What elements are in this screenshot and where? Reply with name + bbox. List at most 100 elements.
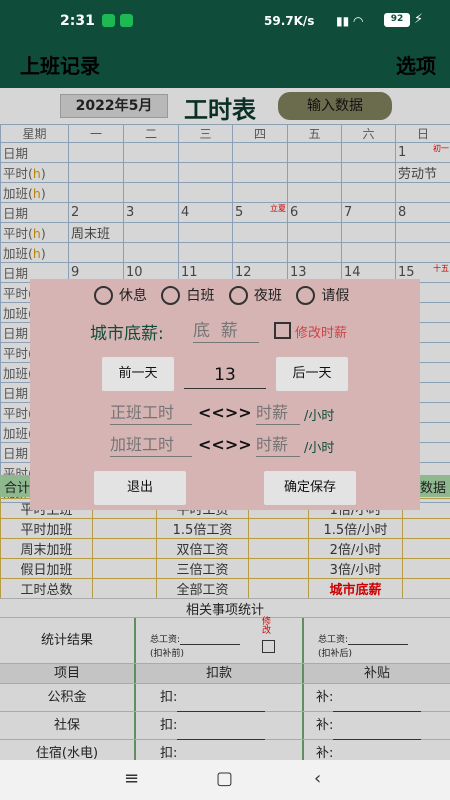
hours-cell[interactable]	[232, 242, 288, 264]
summary-value	[402, 578, 450, 599]
hours-cell[interactable]	[395, 242, 450, 264]
base-salary-input[interactable]	[193, 319, 259, 343]
city-base-salary-cell[interactable]: 城市底薪	[308, 578, 403, 599]
exit-button[interactable]: 退出	[94, 471, 186, 505]
weekday-header: 四	[232, 123, 288, 144]
total-before-cell: 总工资: (扣补前) 修改	[136, 618, 304, 663]
subsidy-input[interactable]: 补:	[304, 684, 450, 712]
modify-checkbox[interactable]	[262, 640, 275, 653]
radio-leave[interactable]	[296, 285, 316, 305]
hours-cell[interactable]	[123, 162, 179, 184]
day-cell[interactable]	[341, 142, 396, 164]
regular-rate-input[interactable]	[256, 401, 300, 425]
day-cell[interactable]: 1 初一	[395, 142, 450, 164]
subsidy-input[interactable]: 补:	[304, 712, 450, 740]
radio-night-shift[interactable]	[228, 285, 248, 305]
day-cell[interactable]	[123, 142, 179, 164]
summary-cell: 全部工资	[156, 578, 249, 599]
hours-cell[interactable]	[341, 242, 396, 264]
back-icon[interactable]: ‹	[314, 768, 321, 789]
stats-item-row: 社保 扣: 补:	[0, 712, 450, 740]
hours-cell[interactable]	[123, 242, 179, 264]
app-bar: 上班记录 选项	[0, 44, 450, 88]
summary-cell: 工时总数	[0, 578, 93, 599]
save-button[interactable]: 确定保存	[264, 471, 356, 505]
hours-cell[interactable]	[123, 182, 179, 204]
day-input[interactable]	[184, 361, 266, 389]
app-notification-icon	[102, 14, 115, 27]
hours-cell[interactable]	[287, 242, 342, 264]
prev-day-button[interactable]: 前一天	[102, 357, 174, 391]
day-cell[interactable]: 2	[68, 202, 124, 224]
hours-cell[interactable]	[341, 162, 396, 184]
col-subsidy: 补贴	[363, 666, 390, 681]
hours-cell[interactable]	[123, 222, 179, 244]
hours-cell[interactable]	[178, 182, 233, 204]
day-cell[interactable]	[232, 142, 288, 164]
hours-cell[interactable]	[341, 182, 396, 204]
menu-icon[interactable]: ≡	[124, 768, 139, 789]
hours-cell[interactable]	[68, 242, 124, 264]
date-row: 日期 1 初一	[0, 142, 450, 164]
day-cell[interactable]	[287, 142, 342, 164]
page-title: 工时表	[184, 96, 256, 124]
summary-value	[248, 518, 309, 539]
hours-cell[interactable]	[232, 182, 288, 204]
month-selector[interactable]: 2022年5月	[60, 94, 168, 118]
weekend-shift-cell[interactable]: 周末班	[68, 222, 124, 244]
app-title: 上班记录	[20, 54, 100, 78]
hours-cell[interactable]	[232, 162, 288, 184]
per-hour-label: /小时	[304, 409, 335, 424]
overtime-hours-input[interactable]	[110, 433, 192, 457]
home-icon[interactable]: ▢	[216, 768, 233, 789]
hours-cell[interactable]	[395, 222, 450, 244]
weekday-header: 五	[287, 123, 342, 144]
day-cell[interactable]	[178, 142, 233, 164]
day-cell[interactable]: 5 立夏	[232, 202, 288, 224]
day-cell[interactable]: 8	[395, 202, 450, 224]
hours-cell[interactable]	[287, 182, 342, 204]
regular-hours-input[interactable]	[110, 401, 192, 425]
hours-cell[interactable]	[395, 182, 450, 204]
day-cell[interactable]: 6	[287, 202, 342, 224]
hours-cell[interactable]	[178, 162, 233, 184]
overtime-row: 加班(h)	[0, 182, 450, 204]
hours-cell[interactable]	[178, 222, 233, 244]
data-label: 数据	[419, 481, 446, 496]
weekday-header: 六	[341, 123, 396, 144]
lunar-note: 十五	[433, 264, 449, 274]
next-day-button[interactable]: 后一天	[276, 357, 348, 391]
hours-cell[interactable]	[68, 162, 124, 184]
hours-cell[interactable]	[232, 222, 288, 244]
row-label: 平时(h)	[0, 162, 69, 184]
wage-summary-table: 平时上班 平时工资 1倍/小时 平时加班 1.5倍工资 1.5倍/小时 周末加班…	[0, 498, 450, 599]
battery-icon: 92	[384, 13, 410, 27]
deduct-input[interactable]: 扣:	[136, 684, 304, 712]
options-menu[interactable]: 选项	[396, 50, 436, 79]
hours-cell[interactable]	[178, 242, 233, 264]
deduct-input[interactable]: 扣:	[136, 712, 304, 740]
row-label: 加班(h)	[0, 182, 69, 204]
hours-cell[interactable]	[341, 222, 396, 244]
holiday-cell[interactable]: 劳动节	[395, 162, 450, 184]
summary-value	[92, 578, 157, 599]
overtime-rate-input[interactable]	[256, 433, 300, 457]
hours-cell[interactable]	[287, 222, 342, 244]
modify-rate-checkbox[interactable]	[274, 322, 291, 339]
day-number: 5	[235, 205, 244, 221]
summary-cell: 三倍工资	[156, 558, 249, 579]
weekday-header: 二	[123, 123, 179, 144]
weekday-header: 一	[68, 123, 124, 144]
hours-cell[interactable]	[68, 182, 124, 204]
day-cell[interactable]	[68, 142, 124, 164]
day-cell[interactable]: 4	[178, 202, 233, 224]
radio-day-shift[interactable]	[161, 285, 181, 305]
hours-cell[interactable]	[287, 162, 342, 184]
summary-value	[402, 558, 450, 579]
radio-rest[interactable]	[94, 285, 113, 305]
input-data-button[interactable]: 输入数据	[278, 92, 392, 120]
day-cell[interactable]: 3	[123, 202, 179, 224]
status-time: 2:31	[60, 13, 95, 29]
day-cell[interactable]: 7	[341, 202, 396, 224]
modify-label: 修改	[262, 617, 272, 636]
